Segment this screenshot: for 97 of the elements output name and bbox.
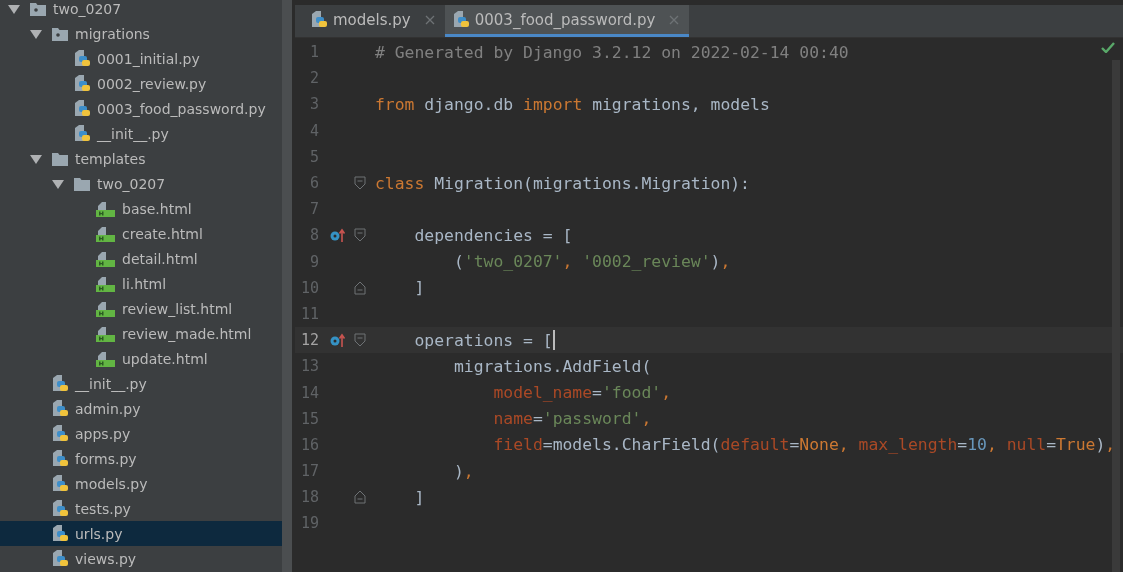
html-file-icon [96,350,115,367]
tree-item[interactable]: base.html [0,196,282,221]
code-line: dependencies = [ [413,225,573,245]
override-icon[interactable] [330,228,346,243]
tree-item[interactable]: migrations [0,21,282,46]
folder-icon [74,176,90,191]
code-line: name='password', [492,409,652,429]
expanded-arrow-icon[interactable] [30,153,42,164]
python-file-icon [74,124,90,143]
code-line: class Migration(migrations.Migration): [375,173,750,193]
code-line: ), [452,461,474,481]
expanded-arrow-icon[interactable] [30,28,42,39]
tree-item[interactable]: two_0207 [0,171,282,196]
line-number: 3 [308,95,319,114]
tree-item[interactable]: forms.py [0,446,282,471]
tree-item[interactable]: review_made.html [0,321,282,346]
line-number: 12 [299,331,319,350]
line-number: 16 [299,435,319,454]
line-number: 11 [299,304,319,323]
python-file-icon [52,549,68,568]
tree-item[interactable]: li.html [0,271,282,296]
close-icon[interactable] [669,14,680,25]
fold-icon[interactable] [354,333,366,348]
html-file-icon [96,300,115,317]
tree-item[interactable]: __init__.py [0,121,282,146]
tree-item[interactable]: __init__.py [0,371,282,396]
code-line: model_name='food', [492,383,672,403]
line-number: 17 [299,462,319,481]
python-file-icon [74,49,90,68]
tree-item[interactable]: 0003_food_password.py [0,96,282,121]
tree-item[interactable]: tests.py [0,496,282,521]
scrollbar[interactable] [282,0,292,572]
fold-icon[interactable] [354,228,366,243]
code-line: field=models.CharField(default=None, max_length=10, null=True), [492,435,1116,455]
fold-end-icon[interactable] [354,280,366,295]
tree-item[interactable]: create.html [0,221,282,246]
editor-tab[interactable]: models.py [303,5,445,37]
expanded-arrow-icon[interactable] [52,178,64,189]
line-number: 13 [299,357,319,376]
fold-icon[interactable] [354,176,366,191]
python-file-icon [52,374,68,393]
tree-item[interactable]: apps.py [0,421,282,446]
line-number: 4 [308,121,319,140]
python-file-icon [74,74,90,93]
tree-item[interactable]: admin.py [0,396,282,421]
override-icon[interactable] [330,333,346,348]
line-number: 9 [308,252,319,271]
line-number: 1 [308,43,319,62]
python-file-icon [311,10,327,29]
tree-item[interactable]: 0001_initial.py [0,46,282,71]
package-folder-icon [52,26,68,41]
python-file-icon [52,399,68,418]
line-number: 2 [308,69,319,88]
html-file-icon [96,275,115,292]
python-file-icon [74,99,90,118]
line-number: 10 [299,278,319,297]
python-file-icon [52,524,68,543]
tree-item[interactable]: two_0207 [0,0,282,21]
html-file-icon [96,200,115,217]
html-file-icon [96,325,115,342]
line-number: 8 [308,226,319,245]
tree-item[interactable]: models.py [0,471,282,496]
line-number: 14 [299,383,319,402]
code-line: migrations.AddField( [452,356,652,376]
tree-item[interactable]: detail.html [0,246,282,271]
editor-tab[interactable]: 0003_food_password.py [444,5,690,37]
line-number: 19 [299,514,319,533]
tree-item[interactable]: templates [0,146,282,171]
html-file-icon [96,225,115,242]
code-line: ('two_0207', '0002_review'), [452,252,731,272]
expanded-arrow-icon[interactable] [8,3,20,14]
line-number: 6 [308,174,319,193]
python-file-icon [452,10,469,29]
code-line: ] [413,487,425,507]
python-file-icon [52,449,68,468]
tree-item[interactable]: update.html [0,346,282,371]
line-number: 18 [299,488,319,507]
python-file-icon [52,474,68,493]
python-file-icon [52,424,68,443]
fold-end-icon[interactable] [354,490,366,505]
folder-icon [52,151,68,166]
line-number: 7 [308,200,319,219]
html-file-icon [96,250,115,267]
text-caret [552,330,555,351]
tree-item[interactable]: 0002_review.py [0,71,282,96]
close-icon[interactable] [424,14,435,25]
code-line: from django.db import migrations, models [375,94,770,114]
code-line: # Generated by Django 3.2.12 on 2022-02-14 00:40 [375,42,849,62]
line-number: 5 [308,147,319,166]
check-icon [1101,42,1115,53]
tree-item[interactable]: review_list.html [0,296,282,321]
python-file-icon [52,499,68,518]
tree-item[interactable]: urls.py [0,521,282,546]
tree-item[interactable]: views.py [0,546,282,571]
code-line: operations = [ [413,330,553,350]
line-number: 15 [299,409,319,428]
code-line: ] [413,278,425,298]
